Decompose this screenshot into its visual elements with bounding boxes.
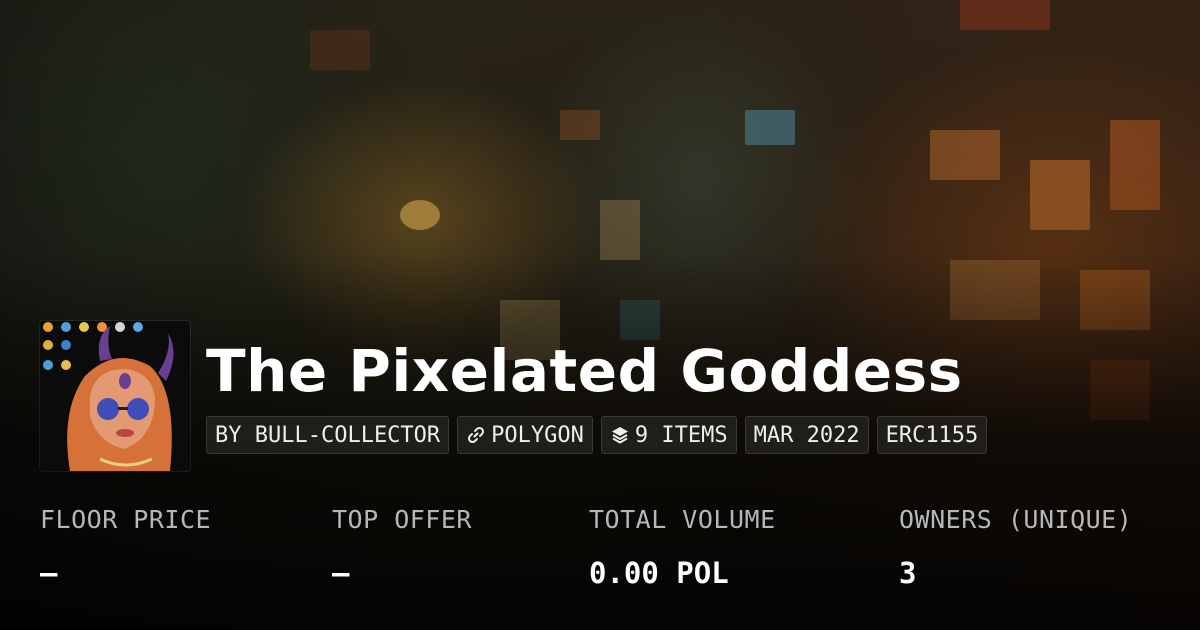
chain-tag-label: POLYGON <box>491 422 584 448</box>
stat-label: TOP OFFER <box>332 505 472 534</box>
layers-icon <box>610 425 630 445</box>
collection-avatar <box>40 321 190 471</box>
stat-label: TOTAL VOLUME <box>589 505 776 534</box>
stat-value: — <box>40 556 58 590</box>
collection-tags: BY BULL-COLLECTOR POLYGON 9 ITEMS MAR 20… <box>206 416 988 454</box>
collection-title: The Pixelated Goddess <box>206 337 963 405</box>
date-tag-label: MAR 2022 <box>753 422 860 448</box>
items-tag[interactable]: 9 ITEMS <box>600 416 737 454</box>
creator-tag[interactable]: BY BULL-COLLECTOR <box>206 416 450 454</box>
date-tag: MAR 2022 <box>744 416 869 454</box>
stat-top-offer: TOP OFFER — <box>332 505 472 590</box>
stat-label: FLOOR PRICE <box>40 505 212 534</box>
items-tag-label: 9 ITEMS <box>634 422 728 448</box>
stat-value: 0.00 POL <box>589 556 729 590</box>
chain-tag[interactable]: POLYGON <box>457 416 593 454</box>
stat-value: — <box>332 556 350 590</box>
stat-floor-price: FLOOR PRICE — <box>40 505 211 590</box>
stat-owners: OWNERS (UNIQUE) 3 <box>899 505 1132 590</box>
link-icon <box>466 425 486 445</box>
standard-tag-label: ERC1155 <box>885 422 979 448</box>
standard-tag: ERC1155 <box>876 416 988 454</box>
stat-value: 3 <box>899 556 917 590</box>
stat-label: OWNERS (UNIQUE) <box>899 505 1133 534</box>
creator-tag-label: BY BULL-COLLECTOR <box>215 422 441 448</box>
stat-total-volume: TOTAL VOLUME 0.00 POL <box>589 505 776 590</box>
